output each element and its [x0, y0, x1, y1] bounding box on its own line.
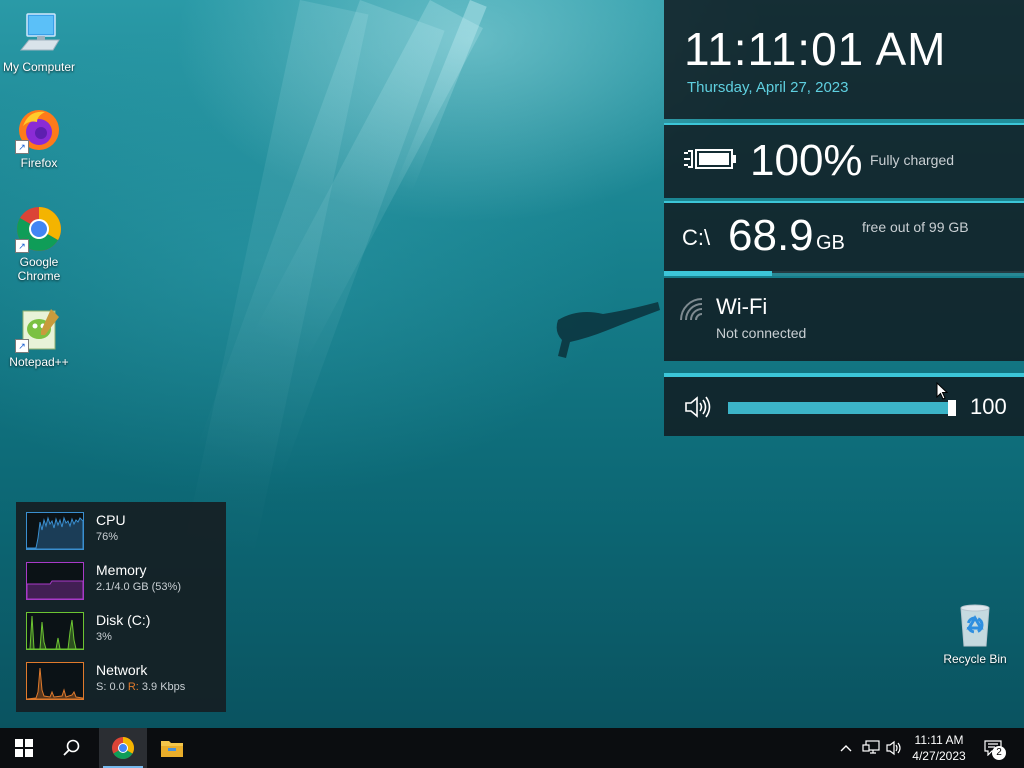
battery-widget: 100% Fully charged	[664, 123, 1024, 198]
chrome-icon	[112, 737, 134, 759]
battery-percent: 100%	[750, 136, 863, 185]
monitor-row-disk[interactable]: Disk (C:) 3%	[26, 612, 221, 654]
taskbar-time: 11:11 AM	[914, 733, 964, 747]
volume-widget: 100	[664, 373, 1024, 436]
desktop-icon-google-chrome[interactable]: ↗ Google Chrome	[0, 205, 78, 283]
mouse-cursor-icon	[936, 382, 948, 400]
taskbar-app-chrome[interactable]	[99, 728, 147, 768]
volume-slider-thumb[interactable]	[948, 400, 956, 416]
taskbar-clock[interactable]: 11:11 AM 4/27/2023	[900, 732, 978, 764]
battery-status: Fully charged	[870, 152, 955, 168]
folder-icon	[161, 741, 183, 757]
disk-free-label: free out of 99 GB	[862, 219, 969, 235]
show-hidden-icons-button[interactable]	[836, 728, 856, 768]
chrome-icon: ↗	[15, 205, 63, 253]
cpu-graph	[26, 512, 84, 550]
firefox-icon: ↗	[15, 106, 63, 154]
diver-silhouette	[556, 302, 660, 358]
resource-monitor-widget: CPU 76% Memory 2.1/4.0 GB (53%) Disk (C:…	[16, 502, 226, 712]
taskbar: 11:11 AM 4/27/2023 2	[0, 728, 1024, 768]
clock-date: Thursday, April 27, 2023	[687, 79, 849, 96]
desktop-icon-label: Notepad++	[9, 355, 69, 369]
disk-usage-bar	[664, 271, 1024, 276]
disk-free-value: 68.9	[728, 211, 814, 260]
network-send-value: S: 0.0	[96, 681, 125, 693]
accent-line	[664, 373, 1024, 377]
monitor-row-memory[interactable]: Memory 2.1/4.0 GB (53%)	[26, 562, 221, 604]
desktop-icon-label: Google Chrome	[17, 255, 61, 283]
disk-widget: C:\ 68.9 GB free out of 99 GB	[664, 201, 1024, 276]
disk-usage-fill	[664, 271, 772, 276]
notification-icon-wrap: 2	[984, 740, 1006, 760]
start-button[interactable]	[0, 728, 48, 768]
volume-level: 100	[970, 394, 1007, 419]
clock-time: 11:11:01 AM	[684, 23, 947, 75]
search-icon	[63, 739, 80, 756]
monitor-value: 2.1/4.0 GB (53%)	[96, 581, 181, 593]
memory-graph	[26, 562, 84, 600]
monitor-label: Disk (C:)	[96, 612, 151, 628]
wifi-name: Wi-Fi	[716, 294, 768, 319]
wifi-status: Not connected	[716, 325, 807, 341]
notepad-plus-plus-icon: ↗	[15, 305, 63, 353]
volume-slider[interactable]	[728, 400, 956, 416]
windows-logo-icon	[15, 739, 33, 757]
network-receive-label: R:	[127, 681, 139, 693]
monitor-label: Network	[96, 662, 148, 678]
accent-line	[664, 201, 1024, 203]
shortcut-arrow-icon: ↗	[15, 239, 29, 253]
desktop-icon-label: Firefox	[20, 156, 58, 170]
desktop-icon-recycle-bin[interactable]: Recycle Bin	[936, 602, 1014, 666]
network-wired-icon	[862, 740, 880, 754]
desktop-icon-label: Recycle Bin	[943, 652, 1007, 666]
monitor-label: Memory	[96, 562, 147, 578]
desktop-icon-notepad-plus-plus[interactable]: ↗ Notepad++	[0, 305, 78, 369]
computer-icon	[15, 10, 63, 58]
taskbar-app-file-explorer[interactable]	[148, 728, 196, 768]
monitor-row-network[interactable]: Network S: 0.0 R: 3.9 Kbps	[26, 662, 221, 704]
notification-count-badge: 2	[992, 746, 1006, 760]
disk-free-unit: GB	[816, 232, 845, 254]
network-receive-value: 3.9 Kbps	[141, 681, 186, 693]
shortcut-arrow-icon: ↗	[15, 140, 29, 154]
recycle-bin-icon	[951, 602, 999, 650]
monitor-value: 3%	[96, 631, 112, 643]
drive-letter: C:\	[682, 225, 711, 250]
chevron-up-icon	[840, 745, 852, 752]
network-graph	[26, 662, 84, 700]
desktop-icon-my-computer[interactable]: My Computer	[0, 10, 78, 74]
wifi-widget[interactable]: Wi-Fi Not connected	[664, 278, 1024, 361]
monitor-value: S: 0.0 R: 3.9 Kbps	[96, 681, 185, 693]
network-tray-button[interactable]	[860, 728, 882, 768]
search-button[interactable]	[48, 728, 96, 768]
shortcut-arrow-icon: ↗	[15, 339, 29, 353]
battery-plug-icon	[684, 149, 736, 169]
accent-line	[664, 123, 1024, 125]
desktop-icon-firefox[interactable]: ↗ Firefox	[0, 106, 78, 170]
monitor-row-cpu[interactable]: CPU 76%	[26, 512, 221, 554]
speaker-icon[interactable]	[684, 395, 712, 419]
taskbar-date: 4/27/2023	[912, 749, 966, 763]
volume-slider-fill	[728, 402, 956, 414]
monitor-label: CPU	[96, 512, 126, 528]
disk-graph	[26, 612, 84, 650]
monitor-value: 76%	[96, 531, 119, 543]
clock-widget: 11:11:01 AM Thursday, April 27, 2023	[664, 0, 1024, 119]
desktop-icon-label: My Computer	[2, 60, 76, 74]
wifi-icon	[680, 298, 703, 321]
action-center-button[interactable]: 2	[980, 728, 1006, 768]
